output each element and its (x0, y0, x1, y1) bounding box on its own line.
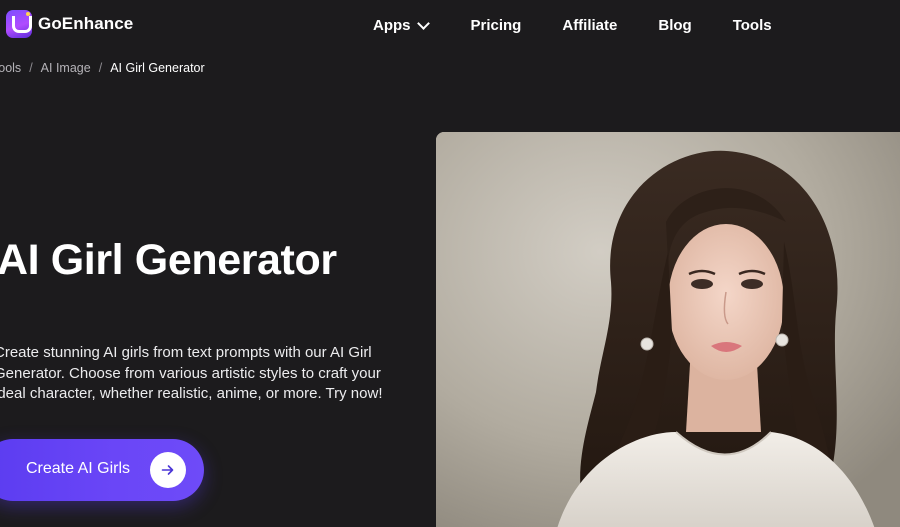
nav-item-label: Affiliate (562, 17, 618, 34)
nav-item-label: Tools (732, 17, 772, 34)
breadcrumb-separator: / (29, 61, 33, 75)
portrait-image (436, 132, 900, 527)
nav-item-pricing[interactable]: Pricing (471, 17, 522, 34)
nav-item-tools[interactable]: Tools (733, 17, 772, 34)
page: GoEnhance Apps Pricing Affiliate Blog To… (0, 0, 900, 527)
page-title: AI Girl Generator (0, 236, 337, 284)
goenhance-logo-icon (6, 10, 32, 38)
nav-item-apps[interactable]: Apps (373, 16, 430, 34)
breadcrumb-separator: / (98, 61, 103, 75)
arrow-right-icon (150, 452, 186, 488)
nav-item-label: Pricing (470, 17, 522, 34)
main-nav: Apps Pricing Affiliate Blog Tools (373, 16, 772, 34)
create-ai-girls-button[interactable]: Create AI Girls (0, 439, 204, 501)
nav-item-blog[interactable]: Blog (658, 17, 691, 34)
breadcrumb-item-ai-image[interactable]: AI Image (41, 61, 91, 75)
chevron-down-icon (416, 16, 430, 30)
brand-name: GoEnhance (38, 14, 134, 33)
hero-image (436, 132, 900, 527)
nav-item-label: Blog (658, 17, 692, 34)
breadcrumb-item-current: AI Girl Generator (110, 61, 205, 75)
nav-item-affiliate[interactable]: Affiliate (562, 17, 617, 34)
cta-label: Create AI Girls (26, 460, 131, 477)
breadcrumb: Tools / AI Image / AI Girl Generator (0, 61, 205, 75)
breadcrumb-item-tools[interactable]: Tools (0, 61, 21, 75)
nav-item-label: Apps (373, 17, 411, 34)
hero-description: Create stunning AI girls from text promp… (0, 344, 383, 402)
logo[interactable]: GoEnhance (6, 10, 133, 38)
